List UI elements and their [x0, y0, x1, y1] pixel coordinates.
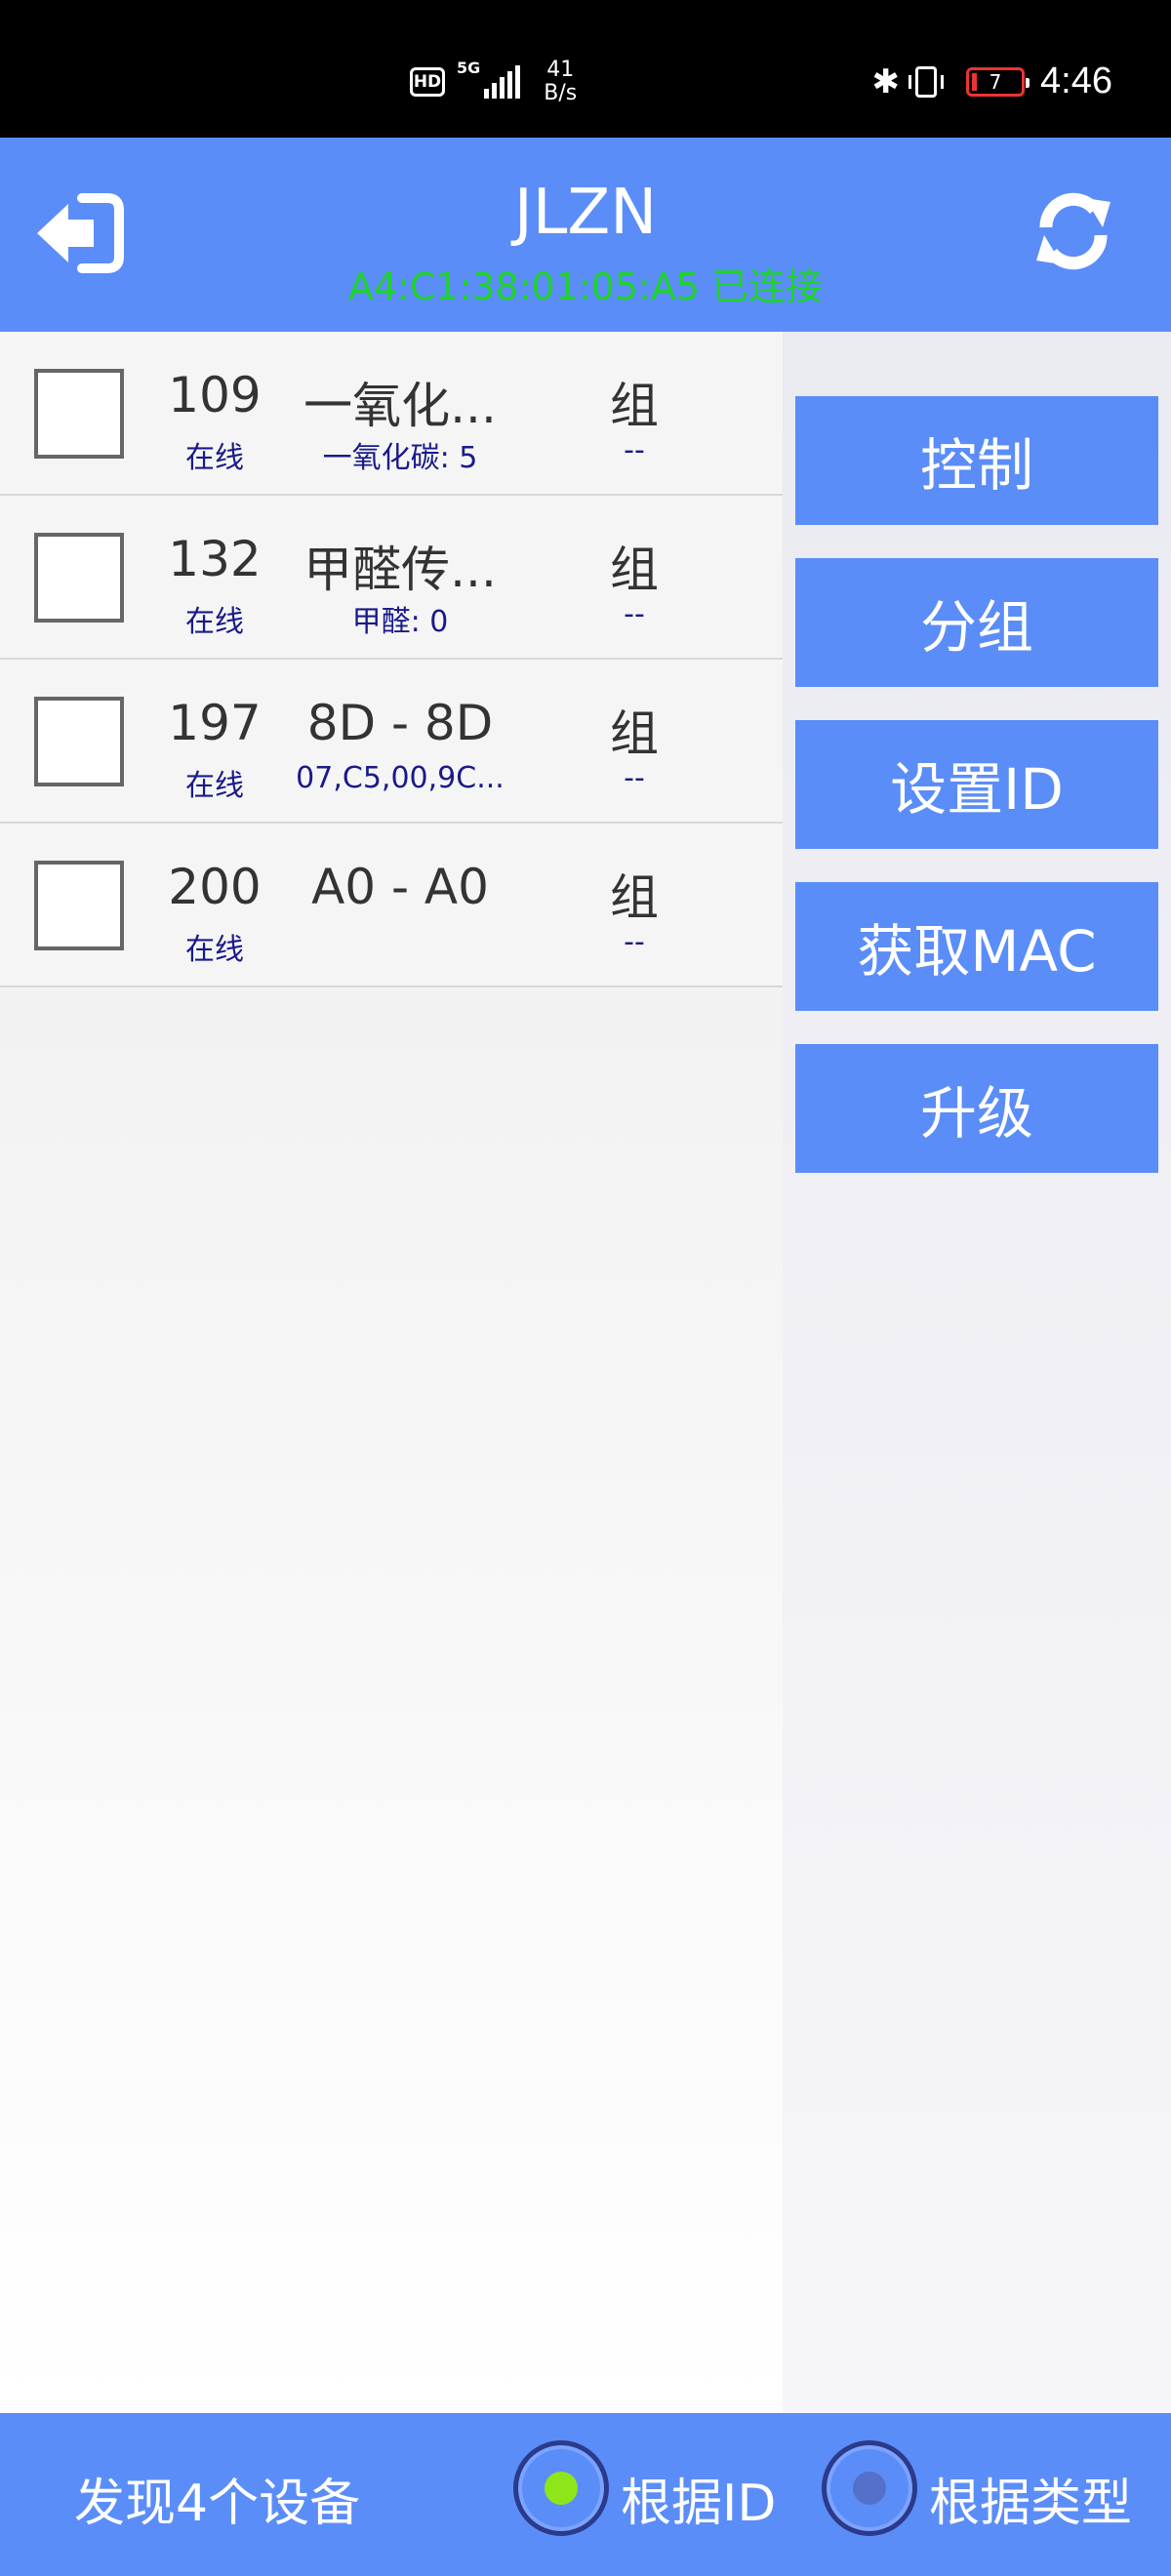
vibrate-icon [909, 65, 945, 98]
device-value: 07,C5,00,9C... [296, 761, 505, 795]
control-button[interactable]: 控制 [795, 396, 1158, 525]
connection-status: A4:C1:38:01:05:A5 已连接 [347, 265, 824, 308]
device-group-value: -- [624, 925, 645, 959]
net-speed: 41 B/s [544, 59, 577, 105]
device-group-label: 组 [610, 378, 659, 434]
radio-selected-dot [545, 2472, 578, 2505]
device-name: 甲醛传... [303, 542, 497, 598]
device-checkbox[interactable] [34, 697, 124, 786]
net-speed-value: 41 [546, 58, 575, 82]
device-status: 在线 [185, 933, 244, 967]
device-value: 一氧化碳: 5 [322, 441, 478, 475]
sort-by-type-radio[interactable] [822, 2440, 917, 2536]
device-value: 甲醛: 0 [351, 605, 449, 639]
device-name: 一氧化... [303, 378, 497, 434]
status-center: HD 5G 41 B/s [410, 59, 577, 105]
device-name: 8D - 8D [306, 695, 494, 751]
device-status: 在线 [185, 441, 244, 475]
device-name: A0 - A0 [311, 859, 489, 915]
device-group-value: -- [624, 597, 645, 631]
upgrade-button[interactable]: 升级 [795, 1044, 1158, 1173]
status-bar: HD 5G 41 B/s ✱ 7 4:46 [0, 0, 1171, 138]
device-status: 在线 [185, 769, 244, 803]
get-mac-button[interactable]: 获取MAC [795, 882, 1158, 1011]
bluetooth-icon: ✱ [871, 61, 901, 101]
sort-by-id-radio[interactable] [513, 2440, 609, 2536]
app-header: JLZN A4:C1:38:01:05:A5 已连接 [0, 138, 1171, 332]
radio-unselected-dot [853, 2472, 886, 2505]
device-checkbox[interactable] [34, 369, 124, 459]
device-list[interactable]: 109 在线 一氧化... 一氧化碳: 5 组 -- 132 在线 甲醛传...… [0, 332, 783, 2413]
device-group-value: -- [624, 761, 645, 795]
clock: 4:46 [1040, 60, 1112, 101]
device-row-200[interactable]: 200 在线 A0 - A0 组 -- [0, 824, 783, 987]
group-button[interactable]: 分组 [795, 558, 1158, 687]
device-id: 200 [168, 859, 262, 915]
sort-by-id-label[interactable]: 根据ID [621, 2462, 776, 2535]
device-group-label: 组 [610, 705, 659, 762]
set-id-button[interactable]: 设置ID [795, 720, 1158, 849]
device-checkbox[interactable] [34, 861, 124, 950]
hd-badge: HD [410, 67, 445, 97]
app-title: JLZN [513, 177, 658, 249]
net-speed-unit: B/s [544, 81, 578, 105]
battery-icon: 7 [966, 66, 1030, 97]
bottom-bar: 发现4个设备 根据ID 根据类型 [0, 2413, 1171, 2576]
device-count: 发现4个设备 [74, 2475, 361, 2533]
device-id: 109 [168, 367, 262, 423]
device-row-109[interactable]: 109 在线 一氧化... 一氧化碳: 5 组 -- [0, 332, 783, 496]
signal-icon [484, 65, 521, 99]
refresh-icon [1036, 192, 1110, 270]
device-group-label: 组 [610, 542, 659, 598]
device-row-197[interactable]: 197 在线 8D - 8D 07,C5,00,9C... 组 -- [0, 660, 783, 824]
device-id: 197 [168, 695, 262, 751]
network-type: 5G [457, 59, 481, 77]
device-row-132[interactable]: 132 在线 甲醛传... 甲醛: 0 组 -- [0, 496, 783, 660]
device-status: 在线 [185, 605, 244, 639]
device-id: 132 [168, 531, 262, 587]
sort-by-type-label[interactable]: 根据类型 [929, 2462, 1132, 2535]
device-group-value: -- [624, 433, 645, 467]
device-group-label: 组 [610, 869, 659, 926]
battery-level: 7 [989, 69, 1002, 94]
status-right: ✱ 7 4:46 [872, 60, 1112, 102]
refresh-button[interactable] [1027, 184, 1120, 278]
device-checkbox[interactable] [34, 533, 124, 623]
